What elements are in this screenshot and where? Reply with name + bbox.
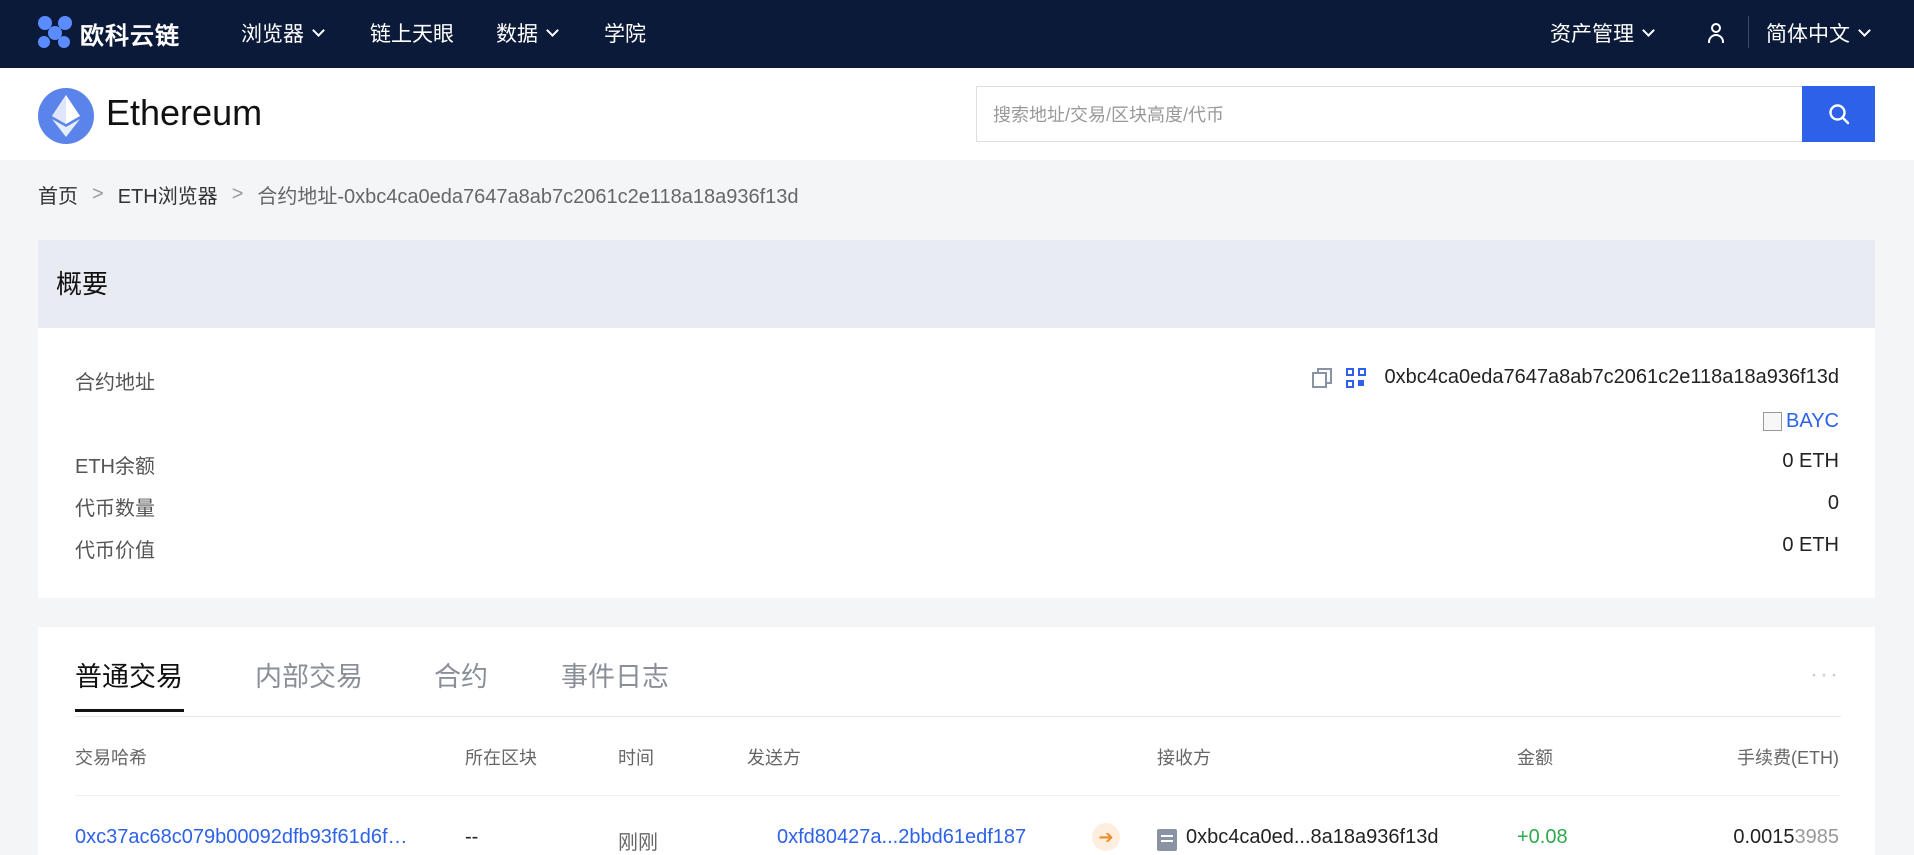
chevron-down-icon [1858, 23, 1871, 37]
nav-academy-label: 学院 [604, 23, 646, 46]
language-selector[interactable]: 简体中文 [1766, 18, 1871, 48]
brand-logo[interactable]: 欧科云链 [38, 16, 180, 50]
transactions-card: 普通交易 内部交易 合约 事件日志 ··· 交易哈希 所在区块 时间 发送方 接… [38, 627, 1875, 855]
chevron-down-icon [312, 23, 325, 37]
contract-address-label: 合约地址 [75, 372, 155, 394]
chevron-down-icon [546, 23, 559, 37]
language-label: 简体中文 [1766, 23, 1850, 46]
overview-header: 概要 [38, 240, 1875, 328]
chain-header: Ethereum 搜索地址/交易/区块高度/代币 [0, 68, 1914, 160]
col-block: 所在区块 [465, 748, 537, 768]
brand-name: 欧科云链 [80, 22, 180, 50]
token-tag: BAYC [1763, 410, 1839, 433]
overview-title: 概要 [56, 269, 109, 299]
arrow-right-icon: ➔ [1092, 823, 1120, 851]
nav-assets-label: 资产管理 [1550, 23, 1634, 46]
nav-data[interactable]: 数据 [496, 18, 559, 48]
tx-to: 0xbc4ca0ed...8a18a936f13d [1186, 826, 1439, 848]
nav-data-label: 数据 [496, 23, 538, 46]
token-link[interactable]: BAYC [1786, 410, 1839, 433]
tx-fee: 0.00153985 [1733, 826, 1839, 849]
qr-code-icon[interactable] [1346, 367, 1367, 388]
token-count-value: 0 [1827, 492, 1839, 514]
nav-assets[interactable]: 资产管理 [1550, 18, 1655, 48]
col-time: 时间 [618, 748, 654, 768]
breadcrumb-explorer[interactable]: ETH浏览器 [118, 180, 218, 209]
breadcrumb-current: 合约地址-0xbc4ca0eda7647a8ab7c2061c2e118a18a… [257, 186, 799, 208]
contract-address-line: 0xbc4ca0eda7647a8ab7c2061c2e118a18a936f1… [1312, 366, 1839, 389]
user-icon[interactable] [1706, 22, 1726, 44]
col-fee: 手续费(ETH) [1737, 748, 1839, 768]
overview-card: 概要 合约地址 0xbc4ca0eda7647a8ab7c2061c2e118a… [38, 240, 1875, 598]
breadcrumb: 首页 > ETH浏览器 > 合约地址-0xbc4ca0eda7647a8ab7c… [38, 180, 799, 209]
nav-onchain[interactable]: 链上天眼 [370, 18, 454, 48]
top-nav: 欧科云链 浏览器 链上天眼 数据 学院 资产管理 简体中文 [0, 0, 1914, 68]
chevron-down-icon [1642, 23, 1655, 37]
tab-normal-tx[interactable]: 普通交易 [75, 655, 183, 694]
search-input[interactable]: 搜索地址/交易/区块高度/代币 [976, 86, 1803, 142]
breadcrumb-separator: > [231, 183, 244, 205]
nav-onchain-label: 链上天眼 [370, 23, 454, 46]
eth-balance-value: 0 ETH [1782, 450, 1839, 472]
contract-address-value: 0xbc4ca0eda7647a8ab7c2061c2e118a18a936f1… [1384, 366, 1839, 388]
logo-dots-icon [38, 16, 74, 50]
tab-event-logs[interactable]: 事件日志 [561, 655, 669, 694]
tab-contract[interactable]: 合约 [434, 655, 488, 694]
col-from: 发送方 [747, 748, 801, 768]
nav-browser[interactable]: 浏览器 [241, 18, 325, 48]
nav-browser-label: 浏览器 [241, 23, 304, 46]
col-amount: 金额 [1517, 748, 1553, 768]
token-value-value: 0 ETH [1782, 534, 1839, 556]
tx-from-link[interactable]: 0xfd80427a...2bbd61edf187 [777, 826, 1026, 849]
tx-hash-link[interactable]: 0xc37ac68c079b00092dfb93f61d6f… [75, 826, 408, 849]
contract-icon [1157, 829, 1177, 851]
copy-icon[interactable] [1312, 367, 1333, 388]
breadcrumb-separator: > [92, 183, 104, 205]
tx-fee-tail: 3985 [1794, 826, 1840, 848]
nav-academy[interactable]: 学院 [604, 18, 646, 48]
chain-name: Ethereum [106, 92, 263, 133]
header-divider [75, 795, 1841, 796]
token-checkbox-icon [1763, 412, 1783, 431]
tab-divider [75, 716, 1841, 717]
nav-divider [1748, 16, 1749, 48]
active-tab-indicator [75, 709, 184, 712]
tab-internal-tx[interactable]: 内部交易 [255, 655, 363, 694]
tx-block: -- [465, 826, 479, 848]
token-count-label: 代币数量 [75, 498, 155, 520]
more-icon[interactable]: ··· [1810, 661, 1840, 689]
tx-time: 刚刚 [618, 832, 658, 854]
col-tx-hash: 交易哈希 [75, 748, 147, 768]
token-value-label: 代币价值 [75, 540, 155, 562]
breadcrumb-home[interactable]: 首页 [38, 180, 78, 209]
tx-fee-main: 0.0015 [1733, 826, 1795, 848]
tx-amount: +0.08 [1517, 826, 1568, 848]
col-to: 接收方 [1157, 748, 1211, 768]
search-icon [1828, 104, 1849, 125]
eth-balance-label: ETH余额 [75, 456, 155, 478]
ethereum-icon [38, 88, 94, 144]
search-placeholder: 搜索地址/交易/区块高度/代币 [993, 105, 1225, 125]
search-button[interactable] [1802, 86, 1875, 142]
